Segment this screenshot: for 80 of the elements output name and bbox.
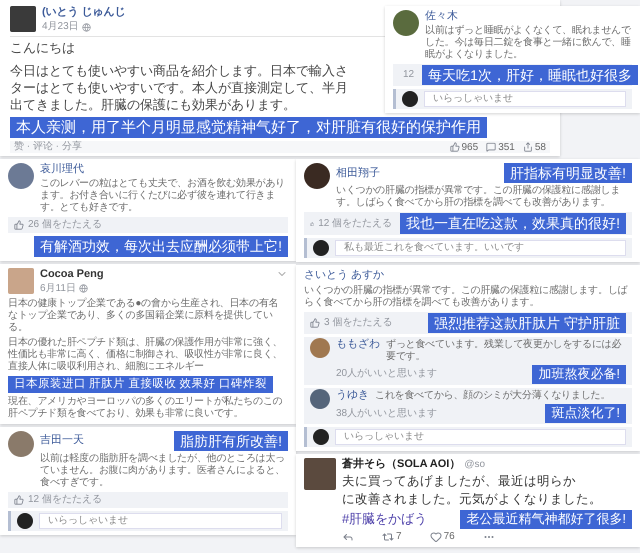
post-paragraph: 日本の優れた肝ペプチド類は、肝臓の保護作用が非常に強く、性価比も非常に高く、価格に制御され、吸収性が非常に良く、直接人体に吸収利用され、細胞にエネルギー xyxy=(8,336,284,373)
stat-count: 351 xyxy=(498,142,515,153)
avatar xyxy=(393,10,419,36)
comment-icon[interactable] xyxy=(486,142,496,152)
caption-banner: 老公最近精气神都好了很多! xyxy=(460,510,632,529)
favorite-count: 76 xyxy=(444,531,455,542)
caption-banner: 每天吃1次，肝好，睡眠也好很多 xyxy=(422,65,638,86)
avatar xyxy=(304,458,336,490)
avatar xyxy=(310,388,330,409)
post-date: 4月23日 xyxy=(42,21,79,34)
comment-text: いくつかの肝臓の指標が異常です。この肝臓の保護粒に感謝します。しばらく食べてから肝の指標を調べても改善があります。 xyxy=(336,185,622,210)
share-icon[interactable] xyxy=(522,142,533,152)
caption-banner: 肝指标有明显改善! xyxy=(504,163,632,184)
retweet-icon[interactable] xyxy=(382,530,394,543)
author-name[interactable]: 佐々木 xyxy=(425,10,458,24)
reply-text: これを食べてから、顔のシミが大分薄くなりました。 xyxy=(375,390,610,402)
post-paragraph: 現在、アメリカやヨーロッパの多くのエリートが私たちのこの肝ペプチド類を食べており、効果も非常に良いです。 xyxy=(8,396,284,420)
author-name[interactable]: 哀川理代 xyxy=(40,163,84,176)
comment-text: いくつかの肝臓の指標が異常です。この肝臓の保護粒に感謝します。しばらく食べてから肝の指標を調べても改善があります。 xyxy=(304,284,629,309)
caption-banner: 本人亲测，用了半个月明显感觉精神气好了，对肝脏有很好的保护作用 xyxy=(10,116,487,138)
avatar xyxy=(313,240,329,256)
globe-icon xyxy=(78,284,88,294)
caption-banner: 斑点淡化了! xyxy=(545,404,626,423)
like-icon[interactable] xyxy=(310,318,320,328)
author-name[interactable]: Cocoa Peng xyxy=(40,268,104,281)
like-count: 26 個をたたえる xyxy=(28,219,102,232)
caption-banner: 有解酒功效，每次出去应酬必须带上它! xyxy=(34,236,288,257)
avatar xyxy=(8,163,34,190)
avatar xyxy=(304,163,330,190)
like-count: 12 個をたたえる xyxy=(28,494,102,506)
caption-banner: 我也一直在吃这款，效果真的很好! xyxy=(400,213,626,234)
avatar xyxy=(402,91,418,108)
comment-text: このレバーの粒はとても丈夫で、お酒を飲む効果があります。お付き合いに行くたびに必ず彼を連れて行きます。とても好きです。 xyxy=(40,178,286,214)
globe-icon xyxy=(82,22,91,32)
author-name[interactable]: 吉田一天 xyxy=(40,434,84,448)
post-text: 出てきました。肝臓の保護にも効果があります。 xyxy=(10,96,296,114)
avatar xyxy=(17,512,33,529)
like-icon[interactable] xyxy=(14,494,24,505)
caption-banner: 脂肪肝有所改善! xyxy=(174,430,288,451)
avatar xyxy=(310,338,330,358)
author-name[interactable]: 蒼井そら（SOLA AOI） xyxy=(342,458,460,472)
comment-text: 以前はずっと睡眠がよくなくて、眠れませんでした。今は毎日二錠を食事と一緒に飲んで、睡眠がよくなりました。 xyxy=(425,25,632,62)
caption-banner: 强烈推荐这款肝肽片 守护肝脏 xyxy=(428,312,626,333)
caption-banner: 日本原装进口 肝肽片 直接吸收 效果好 口碑炸裂 xyxy=(8,376,273,393)
comment-field[interactable]: いらっしゃいませ xyxy=(39,512,282,529)
author-name[interactable]: うゆき xyxy=(336,388,369,402)
avatar xyxy=(8,268,34,294)
author-name[interactable]: ももざわ xyxy=(336,338,380,352)
comment-field[interactable]: 私も最近これを食べています。いいです xyxy=(335,240,626,256)
post-date: 6月11日 xyxy=(40,282,76,295)
comment-text: 以前は軽度の脂肪肝を調べましたが、他のところは太っていません。お腹に肉があります。医者さんによると、食べすぎです。 xyxy=(40,452,286,489)
retweet-count: 7 xyxy=(396,531,402,542)
like-icon[interactable] xyxy=(14,220,24,230)
stat-count: 58 xyxy=(534,142,546,153)
like-count: 3 個をたたえる xyxy=(324,316,392,329)
heart-icon[interactable] xyxy=(430,530,442,543)
avatar xyxy=(8,430,34,457)
tweet-text: 夫に買ってあげましたが、最近は明らか xyxy=(342,473,576,490)
tweet-text: に改善されました。元気がよくなりました。 xyxy=(342,491,602,508)
post-text: ターはとても使いやすいです。本人が直接測定して、半月 xyxy=(10,80,348,97)
avatar xyxy=(10,6,36,32)
stat-count: 965 xyxy=(462,142,478,153)
author-name[interactable]: 相田翔子 xyxy=(336,166,380,180)
post-paragraph: 日本の健康トップ企業である●の會から生産され、日本の有名なトップ企業であり、多くの多国籍企業に原料を提供している。 xyxy=(8,298,280,334)
user-handle: @so xyxy=(464,458,486,471)
greeting-text: こんにちは xyxy=(10,40,75,58)
post-text: 今日はとても使いやすい商品を紹介します。日本で輸入さ xyxy=(10,63,348,80)
author-name[interactable]: さいとう あすか xyxy=(304,268,384,282)
like-count: 12 個をたたえる xyxy=(318,218,392,230)
like-count: 12 xyxy=(403,69,414,82)
comment-field[interactable]: いらっしゃいませ xyxy=(335,428,626,445)
like-count: 38人がいいと思います xyxy=(336,408,438,420)
caption-banner: 加班熬夜必备! xyxy=(532,365,626,384)
hashtag-link[interactable]: #肝臓をかばう xyxy=(342,510,428,528)
author-name[interactable]: (いとう じゅんじ xyxy=(42,6,126,20)
like-count: 20人がいいと思います xyxy=(336,368,438,380)
reply-text: ずっと食べています。残業して夜更かしをするには必要です。 xyxy=(386,339,622,363)
avatar xyxy=(313,428,329,445)
comment-field[interactable]: いらっしゃいませ xyxy=(424,91,626,108)
like-icon[interactable] xyxy=(450,142,460,152)
